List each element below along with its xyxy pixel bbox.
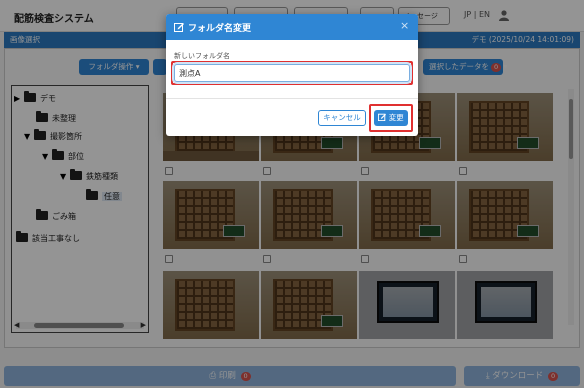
submit-label: 変更: [388, 113, 404, 122]
dialog-divider: [166, 98, 418, 99]
rename-folder-dialog: フォルダ名変更 × 新しいフォルダ名 キャンセル 変更: [166, 14, 418, 136]
dialog-title: フォルダ名変更: [188, 24, 252, 34]
edit-icon: [378, 113, 387, 122]
folder-name-input[interactable]: [174, 64, 410, 82]
rename-submit-button[interactable]: 変更: [374, 110, 408, 126]
close-icon[interactable]: ×: [400, 20, 409, 32]
edit-icon: [174, 23, 184, 32]
dialog-header: フォルダ名変更 ×: [166, 14, 418, 40]
folder-name-label: 新しいフォルダ名: [174, 52, 230, 60]
cancel-button[interactable]: キャンセル: [318, 110, 366, 126]
